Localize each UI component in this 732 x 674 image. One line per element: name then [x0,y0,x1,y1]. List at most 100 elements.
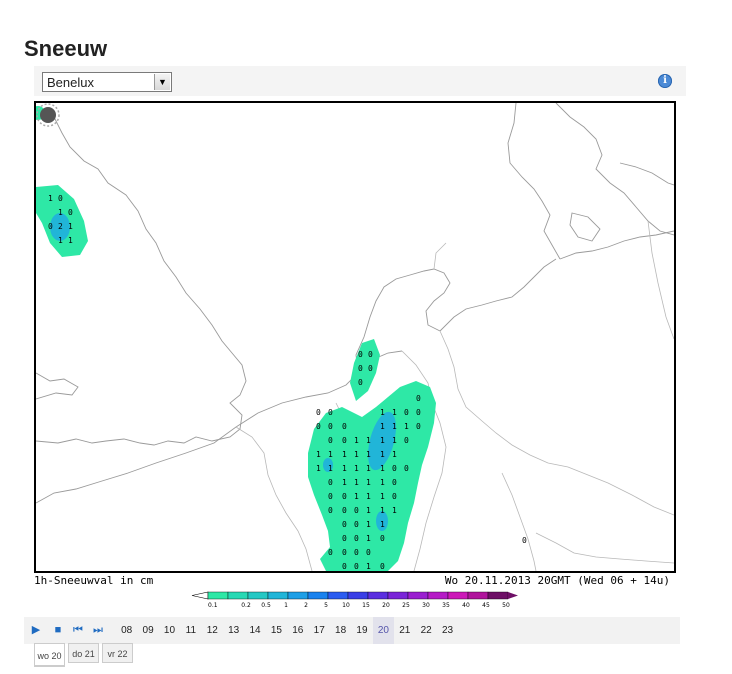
svg-text:1: 1 [380,478,385,487]
svg-text:1: 1 [354,450,359,459]
svg-text:1: 1 [342,464,347,473]
hour-11[interactable]: 11 [180,617,201,644]
chevron-down-icon[interactable]: ▼ [154,74,170,90]
hour-21[interactable]: 21 [394,617,415,644]
svg-text:1: 1 [380,464,385,473]
svg-text:0: 0 [342,506,347,515]
skip-forward-icon[interactable]: ⏭ [92,624,104,636]
svg-text:1: 1 [366,436,371,445]
hour-17[interactable]: 17 [309,617,330,644]
legend-swatch [447,591,469,600]
svg-text:0: 0 [354,534,359,543]
legend-label: 2 [304,602,308,609]
hour-12[interactable]: 12 [202,617,223,644]
svg-text:0: 0 [328,478,333,487]
hour-23[interactable]: 23 [437,617,458,644]
legend-below-arrow [191,591,209,600]
snow-map: 10 10 021 11 00 00 0 0 001100 0001110 00… [34,101,676,573]
svg-text:0: 0 [316,408,321,417]
svg-text:1: 1 [354,492,359,501]
legend-swatch [387,591,409,600]
snow-field [36,106,436,571]
region-select-value: Benelux [47,75,94,90]
svg-text:1: 1 [392,436,397,445]
playback-bar: ▶ ■ ⏮ ⏭ 08 09 10 11 12 13 14 15 16 17 18 19 20 21 22 23 [24,617,680,644]
svg-text:1: 1 [380,492,385,501]
map-caption-right: Wo 20.11.2013 20GMT (Wed 06 + 14u) [444,574,670,587]
svg-text:1: 1 [380,450,385,459]
hour-14[interactable]: 14 [244,617,265,644]
svg-text:1: 1 [366,450,371,459]
hour-20[interactable]: 20 [372,617,395,644]
svg-text:0: 0 [354,520,359,529]
svg-text:1: 1 [354,464,359,473]
legend-label: 0.1 [208,602,218,609]
hour-19[interactable]: 19 [351,617,372,644]
svg-text:0: 0 [368,364,373,373]
svg-text:0: 0 [380,534,385,543]
svg-text:1: 1 [354,436,359,445]
hour-08[interactable]: 08 [116,617,137,644]
hour-22[interactable]: 22 [415,617,436,644]
svg-text:1: 1 [366,464,371,473]
legend-label: 45 [482,602,490,609]
legend-swatch [247,591,269,600]
day-tab-0[interactable]: wo 20 [34,643,65,667]
page-title: Sneeuw [24,36,108,61]
legend-swatch [407,591,429,600]
svg-text:0: 0 [404,436,409,445]
svg-text:0: 0 [354,562,359,571]
hour-09[interactable]: 09 [137,617,158,644]
svg-text:1: 1 [392,506,397,515]
legend-label: 0.5 [261,602,271,609]
legend-label: 35 [442,602,450,609]
svg-text:0: 0 [58,194,63,203]
map-caption-left: 1h-Sneeuwval in cm [34,574,154,587]
play-icon[interactable]: ▶ [30,624,42,636]
legend-label: 15 [362,602,370,609]
svg-text:0: 0 [328,548,333,557]
svg-text:1: 1 [58,236,63,245]
svg-text:0: 0 [328,422,333,431]
svg-text:0: 0 [342,422,347,431]
svg-text:1: 1 [328,450,333,459]
hour-18[interactable]: 18 [330,617,351,644]
svg-text:1: 1 [58,208,63,217]
svg-text:1: 1 [316,450,321,459]
svg-text:1: 1 [404,422,409,431]
legend-label: 1 [284,602,288,609]
map-toolbar: Benelux ▼ i [34,66,686,96]
hour-10[interactable]: 10 [159,617,180,644]
svg-text:1: 1 [68,236,73,245]
svg-text:0: 0 [416,408,421,417]
info-icon[interactable]: i [658,74,672,88]
svg-text:0: 0 [68,208,73,217]
svg-text:0: 0 [328,408,333,417]
svg-text:1: 1 [392,408,397,417]
hour-16[interactable]: 16 [287,617,308,644]
map-canvas: 10 10 021 11 00 00 0 0 001100 0001110 00… [36,103,674,571]
stop-icon[interactable]: ■ [52,624,64,636]
legend-swatch [367,591,389,600]
legend-swatch [227,591,249,600]
hour-15[interactable]: 15 [266,617,287,644]
skip-back-icon[interactable]: ⏮ [72,624,84,636]
svg-text:0: 0 [392,464,397,473]
legend-swatch [287,591,309,600]
svg-text:0: 0 [392,478,397,487]
legend-label: 25 [402,602,410,609]
svg-text:0: 0 [354,548,359,557]
svg-text:0: 0 [328,506,333,515]
spinner-icon [36,103,60,127]
svg-text:0: 0 [522,536,527,545]
legend-label: 0.2 [241,602,251,609]
svg-text:0: 0 [380,562,385,571]
hour-13[interactable]: 13 [223,617,244,644]
region-select[interactable]: Benelux ▼ [42,72,172,92]
svg-text:1: 1 [366,506,371,515]
day-tab-1[interactable]: do 21 [68,643,99,663]
day-tab-2[interactable]: vr 22 [102,643,133,663]
svg-text:0: 0 [416,394,421,403]
svg-text:0: 0 [404,464,409,473]
legend-label: 10 [342,602,350,609]
